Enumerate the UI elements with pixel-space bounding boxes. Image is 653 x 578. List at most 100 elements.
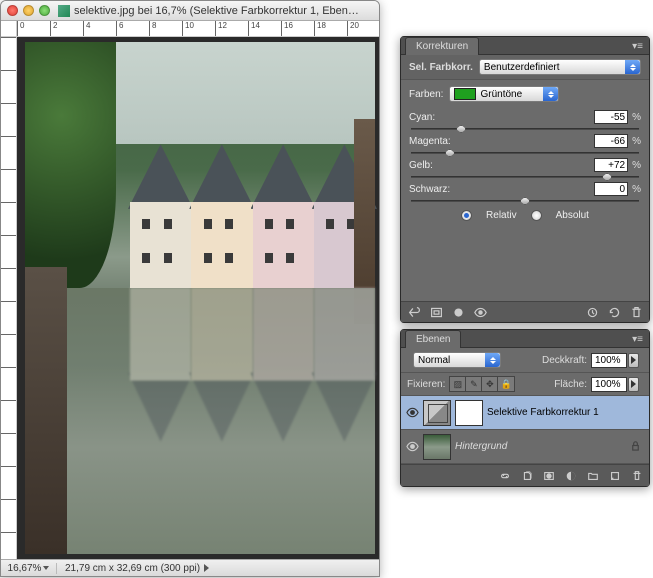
document-window: selektive.jpg bei 16,7% (Selektive Farbk… bbox=[0, 0, 380, 577]
preset-select[interactable]: Benutzerdefiniert bbox=[479, 59, 641, 75]
opacity-slider-icon[interactable] bbox=[628, 353, 639, 368]
fill-label: Fläche: bbox=[554, 379, 587, 390]
layer-mask-icon[interactable] bbox=[542, 469, 555, 482]
radio-absolut-label[interactable]: Absolut bbox=[556, 210, 589, 221]
slider-magenta: Magenta: % bbox=[409, 134, 641, 154]
blend-mode-value: Normal bbox=[418, 355, 450, 366]
visibility-toggle[interactable] bbox=[405, 406, 419, 420]
slider-track[interactable] bbox=[411, 152, 639, 154]
lock-buttons: ▨ ✎ ✥ 🔒 bbox=[449, 376, 515, 392]
ruler-vertical[interactable] bbox=[1, 37, 17, 559]
reset-icon[interactable] bbox=[607, 306, 621, 318]
opacity-input[interactable]: 100% bbox=[591, 353, 627, 368]
traffic-lights bbox=[7, 5, 50, 16]
document-title: selektive.jpg bei 16,7% (Selektive Farbk… bbox=[58, 5, 373, 17]
slider-schwarz: Schwarz: % bbox=[409, 182, 641, 202]
opacity-label: Deckkraft: bbox=[542, 355, 587, 366]
colors-label: Farben: bbox=[409, 89, 443, 100]
document-info[interactable]: 21,79 cm x 32,69 cm (300 ppi) bbox=[57, 563, 209, 574]
slider-track[interactable] bbox=[411, 200, 639, 202]
fill-input[interactable]: 100% bbox=[591, 377, 627, 392]
link-layers-icon[interactable] bbox=[498, 469, 511, 482]
colors-select[interactable]: Grüntöne bbox=[449, 86, 559, 102]
panel-menu-icon[interactable]: ▾≡ bbox=[630, 332, 645, 347]
ruler-origin[interactable] bbox=[1, 21, 17, 37]
percent-label: % bbox=[632, 184, 641, 195]
slider-input[interactable] bbox=[594, 182, 628, 196]
info-menu-arrow-icon[interactable] bbox=[204, 564, 209, 572]
opacity-value: 100% bbox=[595, 355, 621, 366]
lock-pixels-icon[interactable]: ✎ bbox=[466, 377, 482, 391]
fill-slider-icon[interactable] bbox=[628, 377, 639, 392]
canvas-area[interactable] bbox=[17, 37, 379, 559]
slider-label: Gelb: bbox=[409, 160, 594, 171]
expand-view-icon[interactable] bbox=[429, 306, 443, 318]
slider-thumb[interactable] bbox=[520, 197, 530, 205]
mask-thumb[interactable] bbox=[455, 400, 483, 426]
status-bar: 16,67% 21,79 cm x 32,69 cm (300 ppi) bbox=[1, 559, 379, 576]
zoom-level[interactable]: 16,67% bbox=[1, 563, 57, 574]
previous-state-icon[interactable] bbox=[585, 306, 599, 318]
preset-value: Benutzerdefiniert bbox=[484, 62, 560, 73]
clip-to-layer-icon[interactable] bbox=[451, 306, 465, 318]
select-arrows-icon bbox=[543, 87, 558, 101]
slider-thumb[interactable] bbox=[456, 125, 466, 133]
slider-cyan: Cyan: % bbox=[409, 110, 641, 130]
image-content bbox=[25, 42, 375, 554]
document-icon bbox=[58, 5, 70, 17]
back-arrow-icon[interactable] bbox=[407, 306, 421, 318]
lock-all-icon[interactable]: 🔒 bbox=[498, 377, 514, 391]
group-icon[interactable] bbox=[586, 469, 599, 482]
slider-label: Schwarz: bbox=[409, 184, 594, 195]
color-swatch bbox=[454, 88, 476, 100]
visibility-icon[interactable] bbox=[473, 306, 487, 318]
slider-thumb[interactable] bbox=[445, 149, 455, 157]
new-layer-icon[interactable] bbox=[608, 469, 621, 482]
lock-transparency-icon[interactable]: ▨ bbox=[450, 377, 466, 391]
layers-panel: Ebenen ▾≡ Normal Deckkraft: 100% Fixiere… bbox=[400, 329, 650, 487]
blend-mode-select[interactable]: Normal bbox=[413, 352, 501, 368]
lock-icon bbox=[630, 440, 641, 454]
adjustment-layer-icon[interactable] bbox=[564, 469, 577, 482]
titlebar[interactable]: selektive.jpg bei 16,7% (Selektive Farbk… bbox=[1, 1, 379, 21]
select-arrows-icon bbox=[485, 353, 500, 367]
slider-track[interactable] bbox=[411, 128, 639, 130]
adjustment-thumb[interactable] bbox=[423, 400, 451, 426]
close-button[interactable] bbox=[7, 5, 18, 16]
slider-track[interactable] bbox=[411, 176, 639, 178]
layer-name[interactable]: Selektive Farbkorrektur 1 bbox=[487, 407, 599, 418]
ruler-horizontal[interactable] bbox=[17, 21, 379, 37]
document-info-text: 21,79 cm x 32,69 cm (300 ppi) bbox=[65, 563, 200, 574]
fill-value: 100% bbox=[595, 379, 621, 390]
tab-ebenen[interactable]: Ebenen bbox=[405, 330, 461, 348]
minimize-button[interactable] bbox=[23, 5, 34, 16]
tab-korrekturen[interactable]: Korrekturen bbox=[405, 37, 479, 55]
zoom-button[interactable] bbox=[39, 5, 50, 16]
layer-thumb[interactable] bbox=[423, 434, 451, 460]
layer-row[interactable]: Hintergrund bbox=[401, 430, 649, 464]
lock-position-icon[interactable]: ✥ bbox=[482, 377, 498, 391]
slider-input[interactable] bbox=[594, 158, 628, 172]
adjustments-footer bbox=[401, 301, 649, 322]
slider-thumb[interactable] bbox=[602, 173, 612, 181]
adjustment-type-label: Sel. Farbkorr. bbox=[409, 62, 473, 73]
trash-icon[interactable] bbox=[629, 306, 643, 318]
visibility-toggle[interactable] bbox=[405, 440, 419, 454]
radio-relativ[interactable] bbox=[461, 210, 472, 221]
layer-style-icon[interactable] bbox=[520, 469, 533, 482]
radio-relativ-label[interactable]: Relativ bbox=[486, 210, 517, 221]
layer-name[interactable]: Hintergrund bbox=[455, 441, 507, 452]
slider-input[interactable] bbox=[594, 110, 628, 124]
radio-absolut[interactable] bbox=[531, 210, 542, 221]
percent-label: % bbox=[632, 160, 641, 171]
percent-label: % bbox=[632, 112, 641, 123]
layer-row[interactable]: Selektive Farbkorrektur 1 bbox=[401, 396, 649, 430]
lock-label: Fixieren: bbox=[407, 379, 445, 390]
slider-input[interactable] bbox=[594, 134, 628, 148]
panel-menu-icon[interactable]: ▾≡ bbox=[630, 39, 645, 54]
trash-icon[interactable] bbox=[630, 469, 643, 482]
percent-label: % bbox=[632, 136, 641, 147]
colors-value: Grüntöne bbox=[480, 89, 522, 100]
select-arrows-icon bbox=[625, 60, 640, 74]
slider-label: Cyan: bbox=[409, 112, 594, 123]
